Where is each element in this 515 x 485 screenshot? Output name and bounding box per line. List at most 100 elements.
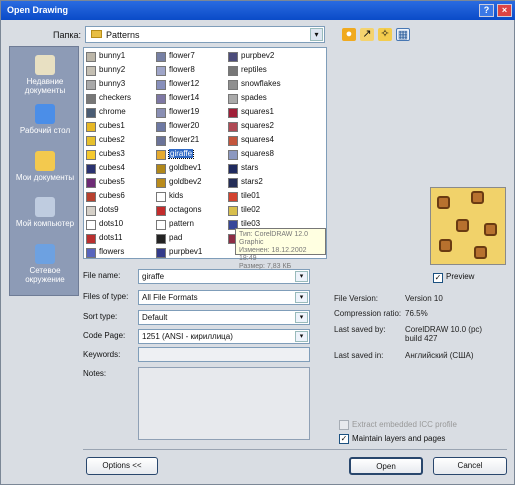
list-item[interactable]: flower19 [156, 107, 232, 118]
list-item[interactable]: cubes2 [86, 135, 162, 146]
file-thumbnail [86, 178, 96, 188]
list-item[interactable]: dots9 [86, 205, 162, 216]
list-item[interactable]: squares8 [228, 149, 304, 160]
tooltip-type: Тип: CorelDRAW 12.0 Graphic [239, 231, 308, 246]
list-item[interactable]: squares2 [228, 121, 304, 132]
file-name: squares8 [241, 149, 274, 158]
file-thumbnail [228, 178, 238, 188]
chevron-down-icon[interactable]: ▾ [295, 292, 308, 303]
list-item[interactable]: tile01 [228, 191, 304, 202]
preview-checkbox[interactable]: ✓ [433, 273, 443, 283]
list-item[interactable]: kids [156, 191, 232, 202]
file-name: flower19 [169, 107, 200, 116]
cancel-button[interactable]: Cancel [433, 457, 507, 475]
close-button[interactable]: × [497, 4, 512, 17]
list-item[interactable]: dots10 [86, 219, 162, 230]
list-item[interactable]: bunny1 [86, 51, 162, 62]
list-item[interactable]: spades [228, 93, 304, 104]
maintain-layers-checkbox[interactable]: ✓ [339, 434, 349, 444]
file-name: stars [241, 163, 259, 172]
file-thumbnail [86, 234, 96, 244]
list-item[interactable]: chrome [86, 107, 162, 118]
list-item[interactable]: flower21 [156, 135, 232, 146]
places-bar: Недавние документы Рабочий стол Мои доку… [9, 46, 79, 296]
file-thumbnail [228, 108, 238, 118]
list-item[interactable]: tile02 [228, 205, 304, 216]
list-item[interactable]: bunny3 [86, 79, 162, 90]
chevron-down-icon[interactable]: ▾ [295, 312, 308, 323]
list-item[interactable]: goldbev2 [156, 177, 232, 188]
list-item[interactable]: cubes4 [86, 163, 162, 174]
current-folder-name: Patterns [106, 30, 140, 40]
look-in-dropdown[interactable]: Patterns ▾ [85, 26, 325, 43]
list-item[interactable]: squares4 [228, 135, 304, 146]
list-item-selected[interactable]: giraffe [156, 149, 232, 160]
title-bar: Open Drawing ? × [1, 1, 515, 20]
keywords-label: Keywords: [83, 350, 121, 359]
file-name: tile02 [241, 205, 261, 214]
list-item[interactable]: stars [228, 163, 304, 174]
place-network[interactable]: Сетевое окружение [12, 244, 78, 284]
options-button[interactable]: Options << [86, 457, 158, 475]
open-button[interactable]: Open [349, 457, 423, 475]
code-page-select[interactable]: 1251 (ANSI - кириллица) ▾ [138, 329, 310, 344]
list-item[interactable]: squares1 [228, 107, 304, 118]
compression-value: 76.5% [405, 309, 428, 318]
list-item[interactable]: cubes1 [86, 121, 162, 132]
new-folder-icon[interactable]: ✧ [378, 28, 392, 41]
sort-type-select[interactable]: Default ▾ [138, 310, 310, 325]
list-item[interactable]: flower14 [156, 93, 232, 104]
list-item[interactable]: checkers [86, 93, 162, 104]
list-item[interactable]: bunny2 [86, 65, 162, 76]
file-thumbnail [228, 80, 238, 90]
file-thumbnail [86, 122, 96, 132]
my-computer-icon [35, 197, 55, 217]
list-item[interactable]: cubes5 [86, 177, 162, 188]
keywords-field [138, 347, 310, 362]
file-name: tile03 [241, 219, 261, 228]
divider [83, 449, 507, 450]
preview-shape [471, 191, 484, 204]
chevron-down-icon[interactable]: ▾ [295, 271, 308, 282]
view-menu-icon[interactable]: ▦ [396, 28, 410, 41]
chevron-down-icon[interactable]: ▾ [295, 331, 308, 342]
file-thumbnail [86, 192, 96, 202]
list-item[interactable]: purpbev1 [156, 247, 232, 258]
list-item[interactable]: flower8 [156, 65, 232, 76]
file-name: cubes3 [99, 149, 125, 158]
list-item[interactable]: cubes6 [86, 191, 162, 202]
list-item[interactable]: purpbev2 [228, 51, 304, 62]
file-thumbnail [228, 94, 238, 104]
place-computer[interactable]: Мой компьютер [12, 197, 78, 228]
file-name: spades [241, 93, 267, 102]
list-item[interactable]: goldbev1 [156, 163, 232, 174]
file-thumbnail [156, 164, 166, 174]
list-item[interactable]: flower20 [156, 121, 232, 132]
list-item[interactable]: flower7 [156, 51, 232, 62]
file-name: goldbev2 [169, 177, 202, 186]
list-item[interactable]: octagons [156, 205, 232, 216]
file-name: squares1 [241, 107, 274, 116]
chevron-down-icon[interactable]: ▾ [310, 28, 323, 41]
list-item[interactable]: flowers [86, 247, 162, 258]
list-item[interactable]: snowflakes [228, 79, 304, 90]
list-item[interactable]: stars2 [228, 177, 304, 188]
place-documents[interactable]: Мои документы [12, 151, 78, 182]
list-item[interactable]: reptiles [228, 65, 304, 76]
file-thumbnail [86, 164, 96, 174]
help-button[interactable]: ? [479, 4, 494, 17]
place-recent[interactable]: Недавние документы [12, 55, 78, 95]
extract-icc-checkbox[interactable] [339, 420, 349, 430]
file-thumbnail [86, 220, 96, 230]
list-item[interactable]: dots11 [86, 233, 162, 244]
file-type-select[interactable]: All File Formats ▾ [138, 290, 310, 305]
back-icon[interactable]: ● [342, 28, 356, 41]
list-item[interactable]: cubes3 [86, 149, 162, 160]
list-item[interactable]: pad [156, 233, 232, 244]
up-folder-icon[interactable]: ↗ [360, 28, 374, 41]
list-item[interactable]: flower12 [156, 79, 232, 90]
list-item[interactable]: pattern [156, 219, 232, 230]
preview-shape [456, 219, 469, 232]
place-desktop[interactable]: Рабочий стол [12, 104, 78, 135]
file-name-field[interactable]: giraffe ▾ [138, 269, 310, 284]
